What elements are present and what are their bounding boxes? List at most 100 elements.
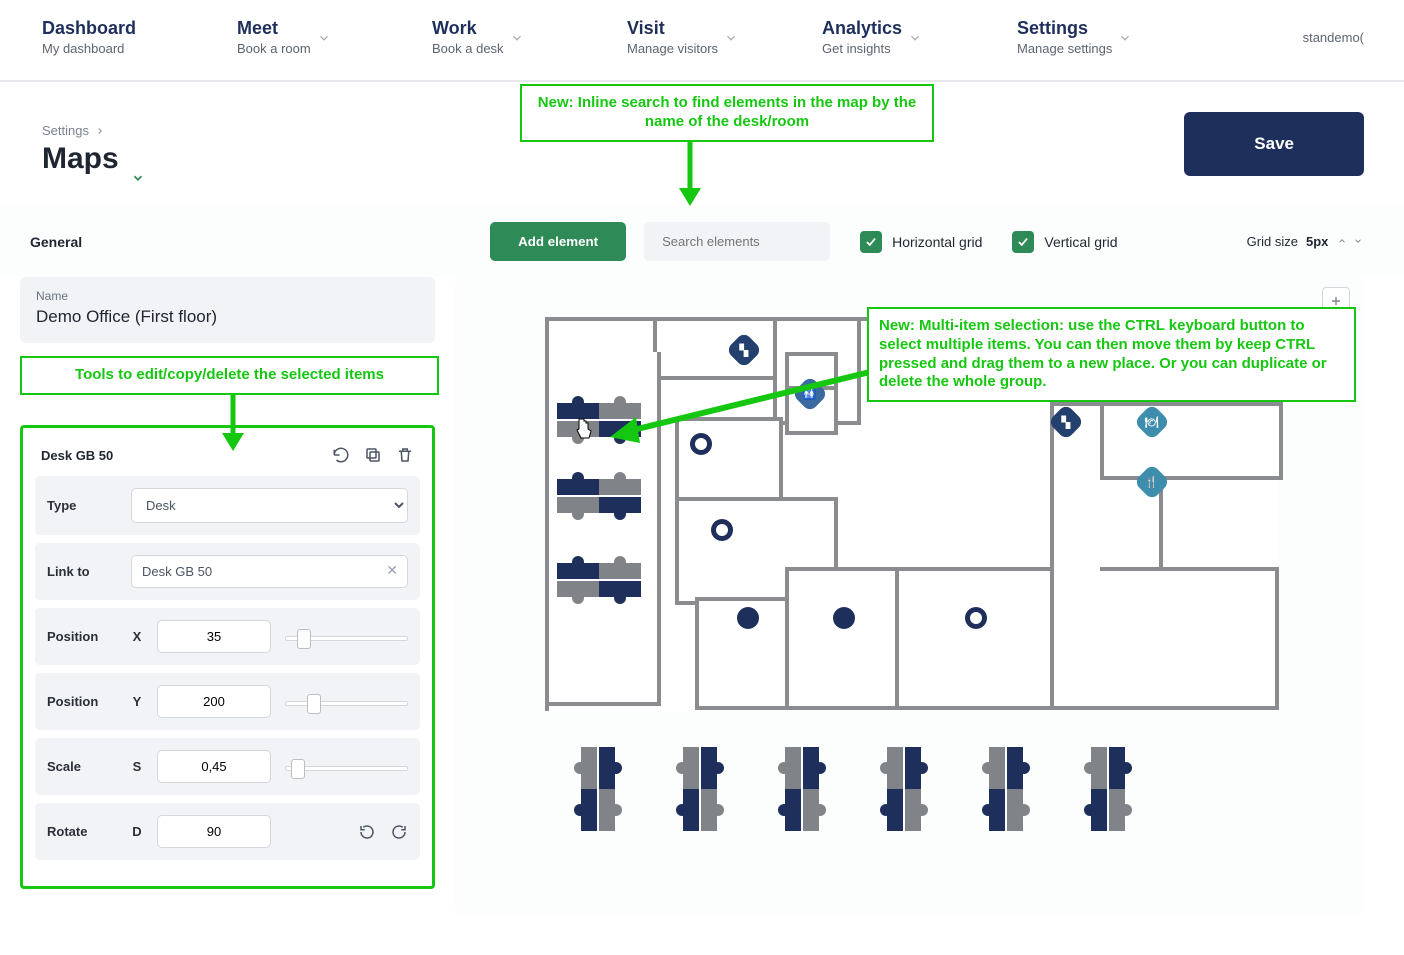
pos-y-input[interactable] [157, 685, 271, 718]
nav-title: Work [432, 18, 504, 39]
check-icon [860, 231, 882, 253]
copy-icon[interactable] [364, 446, 382, 464]
scale-input[interactable] [157, 750, 271, 783]
map-canvas[interactable]: New: Multi-item selection: use the CTRL … [455, 277, 1364, 915]
nav-subtitle: Book a desk [432, 41, 504, 56]
add-element-button[interactable]: Add element [490, 222, 626, 261]
posx-axis: X [131, 629, 143, 644]
type-select[interactable]: Desk [131, 488, 408, 523]
horizontal-grid-toggle[interactable]: Horizontal grid [860, 231, 982, 253]
breadcrumb[interactable]: Settings [42, 123, 145, 138]
desk-cluster[interactable] [785, 747, 819, 831]
grid-size: Grid size 5px [1247, 234, 1364, 249]
posx-label: Position [47, 629, 117, 644]
chevron-down-icon [1352, 236, 1364, 246]
chevron-down-icon [724, 31, 738, 45]
nav-visit[interactable]: Visit Manage visitors [627, 18, 792, 56]
prop-scale: Scale S [35, 738, 420, 795]
meeting-room-marker[interactable] [711, 519, 733, 541]
nav-subtitle: Manage visitors [627, 41, 718, 56]
chevron-right-icon [95, 126, 105, 136]
callout-search: New: Inline search to find elements in t… [520, 84, 934, 142]
nav-dashboard[interactable]: Dashboard My dashboard [42, 18, 207, 56]
chevron-down-icon[interactable] [131, 159, 145, 173]
tab-general[interactable]: General [30, 234, 82, 250]
desk-cluster[interactable] [1091, 747, 1125, 831]
posy-label: Position [47, 694, 117, 709]
pos-x-input[interactable] [157, 620, 271, 653]
trash-icon[interactable] [396, 446, 414, 464]
prop-position-x: Position X [35, 608, 420, 665]
rotate-left-icon[interactable] [358, 823, 376, 841]
desk-cluster[interactable] [989, 747, 1023, 831]
prop-rotate: Rotate D [35, 803, 420, 860]
callout-tools: Tools to edit/copy/delete the selected i… [20, 356, 439, 395]
desk-cluster[interactable] [683, 747, 717, 831]
meeting-room-marker[interactable] [737, 607, 759, 629]
vertical-grid-toggle[interactable]: Vertical grid [1012, 231, 1117, 253]
top-nav: Dashboard My dashboard Meet Book a room … [0, 0, 1404, 82]
properties-panel: Desk GB 50 Type Desk Link to ✕ Posi [20, 425, 435, 889]
chevron-down-icon [510, 31, 524, 45]
arrow-down-icon [675, 140, 705, 206]
nav-subtitle: My dashboard [42, 41, 136, 56]
nav-subtitle: Book a room [237, 41, 311, 56]
breadcrumb-label: Settings [42, 123, 89, 138]
arrow-down-icon [218, 393, 248, 451]
page-title: Maps [42, 142, 145, 176]
rotate-label: Rotate [47, 824, 117, 839]
nav-analytics[interactable]: Analytics Get insights [822, 18, 987, 56]
editor-toolbar: General Add element Horizontal grid Vert… [0, 206, 1404, 277]
pos-x-slider[interactable] [285, 627, 408, 647]
scale-slider[interactable] [285, 757, 408, 777]
name-value: Demo Office (First floor) [36, 307, 419, 327]
grid-size-value: 5px [1306, 234, 1328, 249]
desk-cluster[interactable] [887, 747, 921, 831]
rotate-axis: D [131, 824, 143, 839]
scale-label: Scale [47, 759, 117, 774]
nav-settings[interactable]: Settings Manage settings [1017, 18, 1182, 56]
cursor-hand-icon [573, 417, 595, 441]
nav-title: Dashboard [42, 18, 136, 39]
desk-cluster[interactable] [581, 747, 615, 831]
scale-axis: S [131, 759, 143, 774]
grid-size-label: Grid size [1247, 234, 1298, 249]
rotate-input[interactable] [157, 815, 271, 848]
posy-axis: Y [131, 694, 143, 709]
rotate-right-icon[interactable] [390, 823, 408, 841]
search-input[interactable] [644, 222, 830, 261]
prop-position-y: Position Y [35, 673, 420, 730]
chevron-up-icon [1336, 236, 1348, 246]
nav-title: Meet [237, 18, 311, 39]
user-menu[interactable]: standemo( [1303, 30, 1364, 45]
hgrid-label: Horizontal grid [892, 234, 982, 250]
clear-icon[interactable]: ✕ [386, 562, 398, 579]
pos-y-slider[interactable] [285, 692, 408, 712]
name-label: Name [36, 289, 419, 303]
grid-size-stepper[interactable] [1336, 234, 1364, 249]
prop-type: Type Desk [35, 476, 420, 535]
check-icon [1012, 231, 1034, 253]
refresh-icon[interactable] [332, 446, 350, 464]
nav-work[interactable]: Work Book a desk [432, 18, 597, 56]
nav-title: Visit [627, 18, 718, 39]
desk-cluster[interactable] [557, 563, 641, 597]
callout-multi-select: New: Multi-item selection: use the CTRL … [867, 307, 1356, 402]
link-label: Link to [47, 564, 117, 579]
prop-link: Link to ✕ [35, 543, 420, 600]
nav-title: Analytics [822, 18, 902, 39]
meeting-room-marker[interactable] [965, 607, 987, 629]
vgrid-label: Vertical grid [1044, 234, 1117, 250]
nav-subtitle: Get insights [822, 41, 902, 56]
chevron-down-icon [317, 31, 331, 45]
arrow-diagonal-icon [600, 367, 880, 447]
meeting-room-marker[interactable] [833, 607, 855, 629]
nav-title: Settings [1017, 18, 1112, 39]
save-button[interactable]: Save [1184, 112, 1364, 176]
nav-meet[interactable]: Meet Book a room [237, 18, 402, 56]
nav-subtitle: Manage settings [1017, 41, 1112, 56]
desk-cluster[interactable] [557, 479, 641, 513]
link-input[interactable] [131, 555, 408, 588]
chevron-down-icon [908, 31, 922, 45]
selected-item-name: Desk GB 50 [41, 448, 113, 463]
